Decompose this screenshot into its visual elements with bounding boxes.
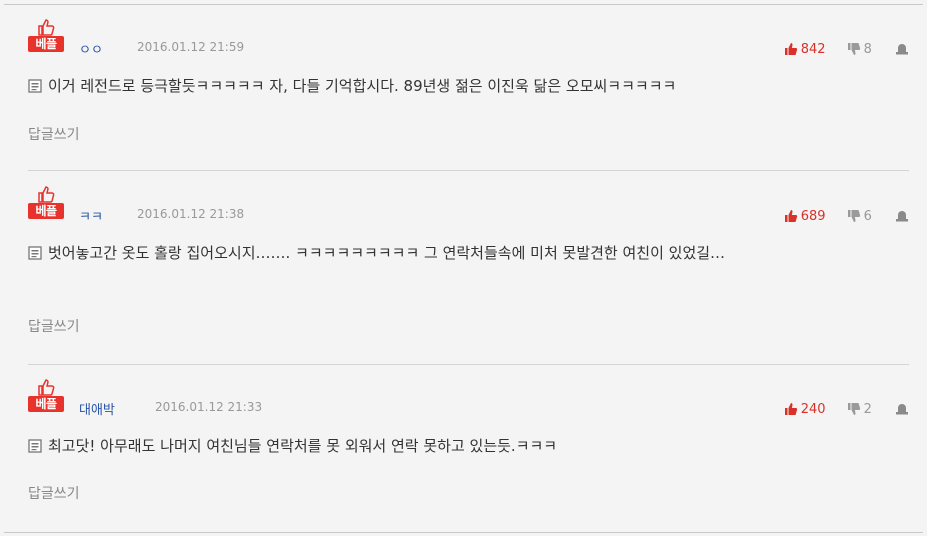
downvote-count: 8 — [863, 42, 872, 57]
upvote-button[interactable]: 240 — [784, 402, 826, 417]
report-button[interactable] — [895, 42, 909, 57]
document-icon — [28, 79, 42, 93]
divider — [28, 364, 909, 365]
comment-body: 최고닷! 아무래도 나머지 여친님들 연락처를 못 외워서 연락 못하고 있는듯… — [48, 437, 558, 455]
thumbs-up-icon — [38, 186, 55, 203]
upvote-count: 689 — [800, 209, 826, 224]
reply-link[interactable]: 답글쓰기 — [28, 124, 80, 144]
reply-link[interactable]: 답글쓰기 — [28, 316, 80, 336]
thumbs-up-icon — [784, 43, 797, 55]
divider — [28, 170, 909, 171]
comment-author[interactable]: ㅋㅋ — [79, 206, 103, 225]
report-icon — [896, 44, 908, 55]
comment-body: 이거 레전드로 등극할듯ㅋㅋㅋㅋㅋ 자, 다들 기억합시다. 89년생 젊은 이… — [48, 77, 677, 95]
upvote-button[interactable]: 842 — [784, 42, 826, 57]
thumbs-down-icon — [847, 43, 860, 55]
thumbs-up-icon — [784, 210, 797, 222]
upvote-button[interactable]: 689 — [784, 209, 826, 224]
best-badge: 베플 — [28, 36, 64, 52]
comment-date: 2016.01.12 21:38 — [137, 207, 245, 221]
thumbs-up-icon — [784, 403, 797, 415]
thumbs-down-icon — [847, 210, 860, 222]
thumbs-up-icon — [38, 379, 55, 396]
upvote-count: 240 — [800, 402, 826, 417]
comment-date: 2016.01.12 21:59 — [137, 40, 245, 54]
comment-item: 베플 대애박 2016.01.12 21:33 240 2 최고닷! 아무래도 … — [28, 378, 909, 513]
thumbs-up-icon — [38, 19, 55, 36]
downvote-button[interactable]: 6 — [847, 209, 872, 224]
comment-item: 베플 ㅇㅇ 2016.01.12 21:59 842 8 이거 레전드로 등극할… — [28, 18, 909, 153]
comment-author[interactable]: ㅇㅇ — [79, 39, 103, 58]
report-icon — [896, 211, 908, 222]
best-label: 베플 — [28, 18, 64, 62]
downvote-button[interactable]: 2 — [847, 402, 872, 417]
best-badge: 베플 — [28, 203, 64, 219]
report-button[interactable] — [895, 402, 909, 417]
vote-group: 842 8 — [784, 39, 909, 57]
downvote-button[interactable]: 8 — [847, 42, 872, 57]
upvote-count: 842 — [800, 42, 826, 57]
downvote-count: 2 — [863, 402, 872, 417]
report-icon — [896, 404, 908, 415]
vote-group: 240 2 — [784, 399, 909, 417]
comment-text: 이거 레전드로 등극할듯ㅋㅋㅋㅋㅋ 자, 다들 기억합시다. 89년생 젊은 이… — [28, 73, 898, 99]
document-icon — [28, 439, 42, 453]
comment-author[interactable]: 대애박 — [79, 399, 115, 418]
comment-item: 베플 ㅋㅋ 2016.01.12 21:38 689 6 벗어놓고간 옷도 홀랑… — [28, 185, 909, 345]
comment-date: 2016.01.12 21:33 — [155, 400, 263, 414]
best-label: 베플 — [28, 378, 64, 422]
reply-link[interactable]: 답글쓰기 — [28, 483, 80, 503]
document-icon — [28, 246, 42, 260]
downvote-count: 6 — [863, 209, 872, 224]
comment-body: 벗어놓고간 옷도 홀랑 집어오시지……. ㅋㅋㅋㅋㅋㅋㅋㅋㅋ 그 연락처들속에 … — [48, 244, 726, 262]
comment-text: 벗어놓고간 옷도 홀랑 집어오시지……. ㅋㅋㅋㅋㅋㅋㅋㅋㅋ 그 연락처들속에 … — [28, 240, 898, 266]
best-label: 베플 — [28, 185, 64, 229]
comment-text: 최고닷! 아무래도 나머지 여친님들 연락처를 못 외워서 연락 못하고 있는듯… — [28, 433, 898, 459]
vote-group: 689 6 — [784, 206, 909, 224]
best-badge: 베플 — [28, 396, 64, 412]
thumbs-down-icon — [847, 403, 860, 415]
report-button[interactable] — [895, 209, 909, 224]
